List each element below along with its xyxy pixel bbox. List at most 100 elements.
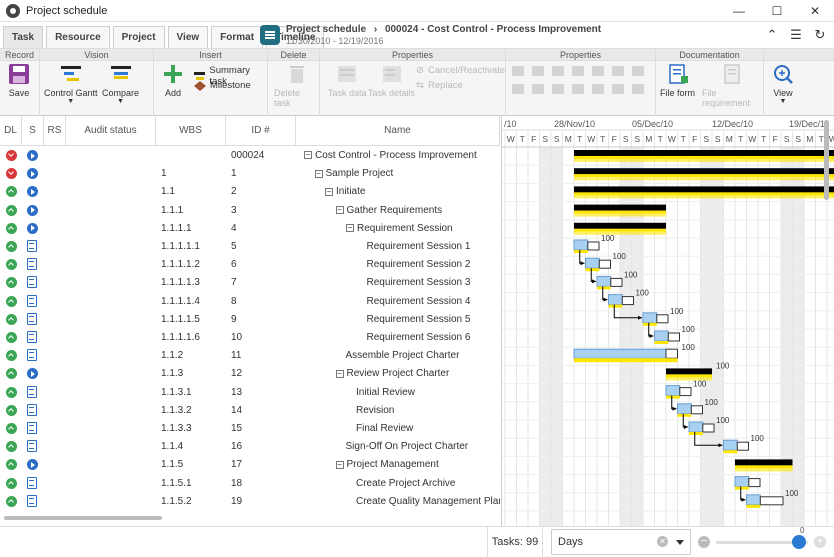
collapse-icon[interactable]: − bbox=[335, 205, 344, 214]
tab-view[interactable]: View bbox=[167, 26, 209, 48]
file-requirement-button[interactable]: File requirement bbox=[702, 63, 763, 108]
grid-scroll-thumb[interactable] bbox=[4, 516, 162, 520]
chevron-down-icon[interactable] bbox=[676, 540, 684, 545]
progress-label: 100 bbox=[693, 380, 707, 389]
table-row[interactable]: 1.1.4 16 Sign-Off On Project Charter bbox=[0, 438, 500, 456]
gantt-vertical-scrollbar[interactable] bbox=[824, 120, 829, 200]
save-button[interactable]: Save bbox=[8, 63, 30, 98]
project-icon bbox=[260, 25, 280, 45]
wbs-cell: 1 bbox=[161, 168, 167, 180]
cancel-reactivate-button[interactable]: ⊘ Cancel/Reactivate bbox=[416, 65, 505, 76]
collapse-icon[interactable]: − bbox=[314, 169, 323, 178]
table-row[interactable]: 1.1.5.1 18 Create Project Archive bbox=[0, 475, 500, 493]
table-row[interactable]: 1.1.1.1.4 8 Requirement Session 4 bbox=[0, 293, 500, 311]
task-bar bbox=[573, 348, 667, 359]
table-row[interactable]: 1.1.1.1 4 − Requirement Session bbox=[0, 220, 500, 238]
status-task-icon bbox=[27, 349, 37, 362]
id-cell: 15 bbox=[231, 423, 243, 434]
task-name: Review Project Charter bbox=[346, 368, 450, 380]
wbs-cell: 1.1.5 bbox=[161, 459, 184, 471]
control-gantt-dropdown-icon: ▼ bbox=[67, 98, 75, 105]
name-cell: − Review Project Charter bbox=[335, 365, 450, 383]
tab-resource[interactable]: Resource bbox=[46, 26, 110, 48]
col-header-audit-status[interactable]: Audit status bbox=[66, 116, 156, 146]
table-row[interactable]: 1.1.3.1 13 Initial Review bbox=[0, 384, 500, 402]
table-row[interactable]: 1.1.3 12 − Review Project Charter bbox=[0, 365, 500, 383]
zoom-slider-handle[interactable] bbox=[792, 535, 806, 549]
tab-project[interactable]: Project bbox=[112, 26, 165, 48]
menu-list-icon[interactable]: ☰ bbox=[786, 25, 806, 45]
table-row[interactable]: 1.1.3.3 15 Final Review bbox=[0, 420, 500, 438]
table-row[interactable]: 1.1.1.1.5 9 Requirement Session 5 bbox=[0, 311, 500, 329]
task-name: Requirement Session 2 bbox=[366, 259, 471, 271]
table-row[interactable]: 1.1.2 11 Assemble Project Charter bbox=[0, 347, 500, 365]
delete-task-button[interactable]: Delete task bbox=[274, 63, 319, 108]
progress-label: 100 bbox=[785, 489, 799, 498]
collapse-icon[interactable]: − bbox=[304, 151, 312, 160]
collapse-ribbon-icon[interactable]: ⌃ bbox=[762, 25, 782, 45]
clear-icon[interactable]: ✕ bbox=[657, 536, 668, 547]
control-gantt-button[interactable]: Control Gantt ▼ bbox=[44, 63, 98, 105]
table-row[interactable]: 1.1.1.1.1 5 Requirement Session 1 bbox=[0, 238, 500, 256]
col-header-id[interactable]: ID # bbox=[226, 116, 296, 146]
col-header-s[interactable]: S bbox=[22, 116, 44, 146]
add-button[interactable]: Add bbox=[162, 63, 184, 98]
task-name: Requirement Session 6 bbox=[366, 332, 471, 343]
view-button[interactable]: View ▼ bbox=[772, 63, 794, 105]
file-form-icon bbox=[668, 64, 688, 84]
task-data-button[interactable]: Task data bbox=[328, 63, 367, 98]
refresh-icon[interactable]: ↻ bbox=[810, 25, 830, 45]
collapse-icon[interactable]: − bbox=[335, 460, 344, 469]
table-row[interactable]: 1.1.5 17 − Project Management bbox=[0, 456, 500, 474]
deadline-ok-icon bbox=[6, 477, 17, 489]
task-remaining bbox=[665, 348, 678, 359]
file-form-button[interactable]: File form bbox=[660, 63, 695, 98]
col-header-rs[interactable]: RS bbox=[44, 116, 66, 146]
day-label: T bbox=[600, 134, 605, 144]
table-row[interactable]: 000024 − Cost Control - Process Improvemen… bbox=[0, 147, 500, 165]
minimize-icon[interactable]: — bbox=[720, 0, 758, 22]
table-row[interactable]: 1 1 − Sample Project bbox=[0, 165, 500, 183]
table-row[interactable]: 1.1.1.1.3 7 Requirement Session 3 bbox=[0, 274, 500, 292]
task-remaining bbox=[656, 314, 669, 324]
day-label: T bbox=[761, 134, 766, 144]
maximize-icon[interactable]: ☐ bbox=[758, 0, 796, 22]
table-row[interactable]: 1.1.1 3 − Gather Requirements bbox=[0, 202, 500, 220]
time-scale-select[interactable]: Days ✕ bbox=[551, 529, 691, 555]
status-in-progress-icon bbox=[27, 186, 38, 198]
zoom-in-icon[interactable]: + bbox=[814, 536, 826, 548]
close-icon[interactable]: ✕ bbox=[796, 0, 834, 22]
table-row[interactable]: 1.1.1.1.6 10 Requirement Session 6 bbox=[0, 329, 500, 347]
file-requirement-label: File requirement bbox=[702, 88, 751, 108]
col-header-wbs[interactable]: WBS bbox=[156, 116, 226, 146]
table-row[interactable]: 1.1.1.1.2 6 Requirement Session 2 bbox=[0, 256, 500, 274]
name-cell: − Requirement Session bbox=[346, 220, 453, 238]
id-cell: 1 bbox=[231, 168, 237, 180]
collapse-icon[interactable]: − bbox=[335, 369, 344, 378]
table-row[interactable]: 1.1 2 − Initiate bbox=[0, 183, 500, 201]
wbs-cell: 1.1.1 bbox=[161, 204, 184, 216]
deadline-ok-icon bbox=[6, 332, 17, 343]
deadline-ok-icon bbox=[6, 241, 17, 252]
col-header-dl[interactable]: DL bbox=[0, 116, 22, 146]
col-header-name[interactable]: Name bbox=[296, 116, 500, 146]
progress-label: 100 bbox=[682, 343, 696, 352]
task-name: Requirement Session 4 bbox=[366, 295, 471, 307]
table-row[interactable]: 1.1.5.2 19 Create Quality Management Plan bbox=[0, 493, 500, 510]
breadcrumb-root[interactable]: Project schedule bbox=[286, 24, 366, 35]
tab-format[interactable]: Format bbox=[211, 26, 264, 48]
compare-button[interactable]: Compare ▼ bbox=[102, 63, 139, 105]
collapse-icon[interactable]: − bbox=[346, 224, 354, 233]
gantt-svg: /10 28/Nov/10 05/Dec/10 12/Dec/10 19/Dec/1W T… bbox=[502, 119, 834, 526]
zoom-out-icon[interactable]: − bbox=[698, 536, 710, 548]
table-row[interactable]: 1.1.3.2 14 Revision bbox=[0, 402, 500, 420]
status-in-progress-icon bbox=[27, 168, 38, 180]
tab-task[interactable]: Task bbox=[3, 26, 44, 48]
task-details-button[interactable]: Task details bbox=[368, 63, 415, 98]
collapse-icon[interactable]: − bbox=[325, 187, 333, 196]
task-name: Sample Project bbox=[325, 168, 394, 180]
milestone-button[interactable]: Milestone bbox=[194, 80, 251, 91]
grid-horizontal-scrollbar[interactable] bbox=[0, 512, 500, 524]
task-name: Revision bbox=[356, 404, 395, 416]
replace-button[interactable]: ⇆ Replace bbox=[416, 80, 463, 91]
